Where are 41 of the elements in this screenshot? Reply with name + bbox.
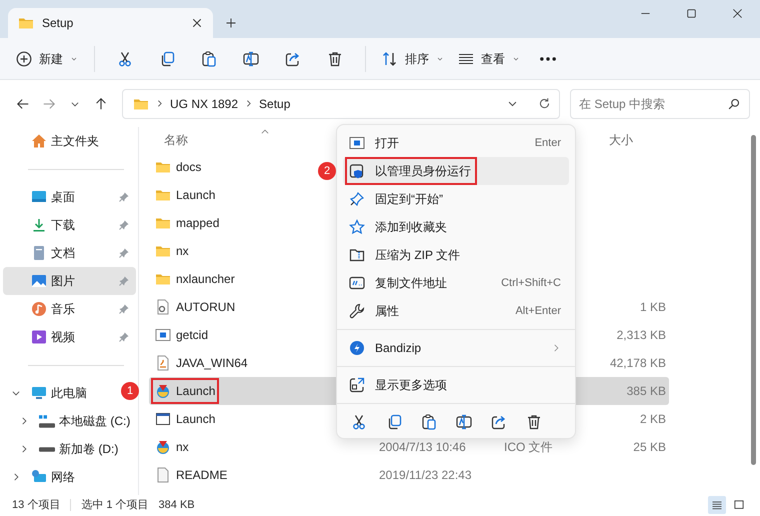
shortcut-text: Ctrl+Shift+C — [501, 276, 561, 291]
sidebar-label: 主文件夹 — [51, 133, 99, 150]
file-name: README — [176, 467, 228, 484]
modified-date: 2004/7/13 10:46 — [379, 439, 467, 456]
file-size: 2 KB — [638, 411, 667, 428]
file-size: 2,313 KB — [616, 327, 667, 344]
file-size: 42,178 KB — [608, 355, 667, 372]
file-size: 25 KB — [632, 439, 667, 456]
shortcut-text: Enter — [534, 136, 561, 151]
sidebar-label: 本地磁盘 (C:) — [59, 413, 130, 430]
file-name: Launch — [176, 383, 216, 400]
status-text: 13 个项目 — [12, 498, 60, 513]
sidebar-label: 桌面 — [51, 189, 75, 206]
sidebar-label: 音乐 — [51, 301, 75, 318]
file-name: AUTORUN — [176, 299, 236, 316]
sidebar-label: 新加卷 (D:) — [59, 441, 118, 458]
file-size: 1 KB — [638, 299, 667, 316]
sidebar-label: 下载 — [51, 217, 75, 234]
file-name: getcid — [176, 327, 208, 344]
status-text: 选中 1 个项目 — [81, 498, 149, 513]
file-name: Launch — [176, 411, 216, 428]
sidebar-label: 此电脑 — [51, 385, 87, 402]
callout-badge: 1 — [121, 382, 139, 400]
file-name: mapped — [176, 215, 220, 232]
sidebar-label: 图片 — [51, 273, 75, 290]
tab-title: Setup — [42, 15, 74, 32]
status-text: 384 KB — [158, 498, 195, 513]
file-name: Launch — [176, 187, 216, 204]
modified-date: 2019/11/23 22:43 — [379, 467, 473, 484]
callout-badge: 2 — [318, 162, 336, 180]
file-name: nx — [176, 243, 189, 260]
sidebar-label: 文档 — [51, 245, 75, 262]
shortcut-text: Alt+Enter — [515, 304, 561, 319]
file-name: docs — [176, 159, 202, 176]
file-type: ICO 文件 — [504, 439, 554, 456]
sidebar-label: 网络 — [51, 469, 75, 486]
sidebar-label: 视频 — [51, 329, 75, 346]
file-name: nx — [176, 439, 189, 456]
file-name: nxlauncher — [176, 271, 235, 288]
file-name: JAVA_WIN64 — [176, 355, 248, 372]
file-size: 385 KB — [626, 383, 667, 400]
